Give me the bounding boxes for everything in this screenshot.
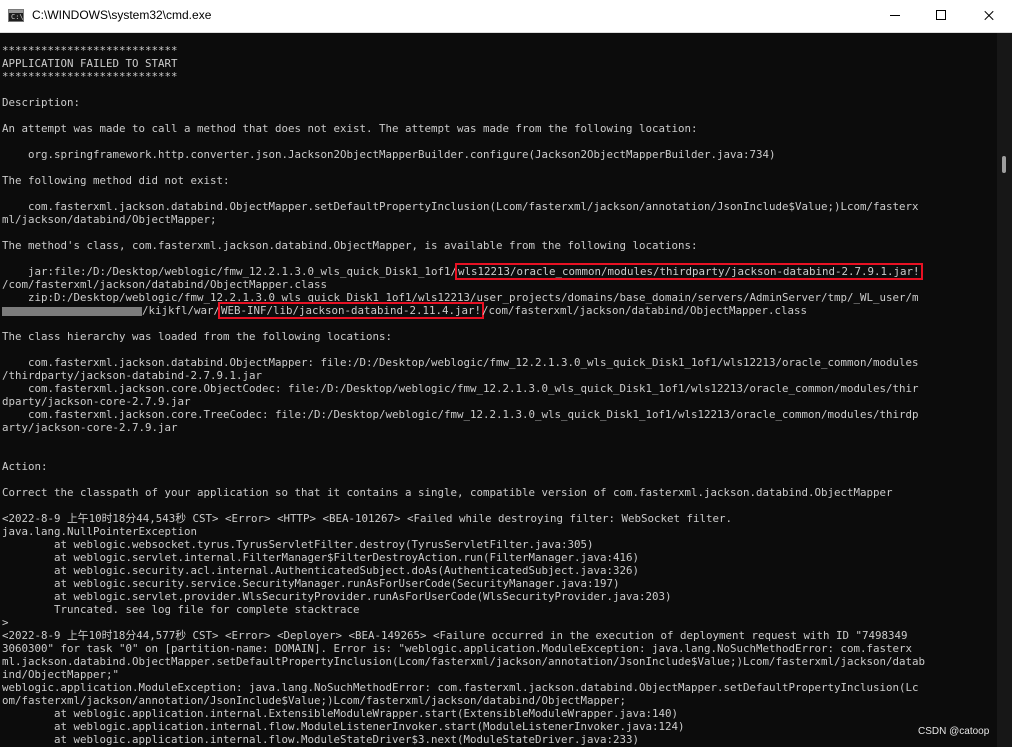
console-line: The method's class, com.fasterxml.jackso… (2, 239, 698, 252)
console-output[interactable]: *************************** APPLICATION … (0, 33, 996, 747)
console-line: ml/jackson/databind/ObjectMapper; (2, 213, 217, 226)
console-line: com.fasterxml.jackson.databind.ObjectMap… (2, 200, 919, 213)
console-line: ml.jackson.databind.ObjectMapper.setDefa… (2, 655, 926, 668)
cmd-icon: C:\ (8, 9, 24, 22)
console-line: arty/jackson-core-2.7.9.jar (2, 421, 178, 434)
console-line: 3060300" for task "0" on [partition-name… (2, 642, 913, 655)
console-line: at weblogic.servlet.internal.FilterManag… (2, 551, 640, 564)
console-line: at weblogic.security.service.SecurityMan… (2, 577, 620, 590)
close-icon[interactable] (966, 0, 1012, 32)
jar-prefix: jar:file:/D:/Desktop/weblogic/fmw_12.2.1… (2, 265, 458, 278)
console-line: > (2, 616, 9, 629)
console-line: com.fasterxml.jackson.core.ObjectCodec: … (2, 382, 919, 395)
war-location-line: /kijkfl/war/WEB-INF/lib/jackson-databind… (2, 302, 808, 319)
console-line: at weblogic.application.internal.flow.Mo… (2, 720, 685, 733)
console-line: at weblogic.security.acl.internal.Authen… (2, 564, 640, 577)
console-line: Action: (2, 460, 48, 473)
console-line: at weblogic.websocket.tyrus.TyrusServlet… (2, 538, 594, 551)
console-line: java.lang.NullPointerException (2, 525, 198, 538)
minimize-icon[interactable] (872, 0, 918, 32)
console-line: <2022-8-9 上午10时18分44,577秒 CST> <Error> <… (2, 629, 908, 642)
console-line: The class hierarchy was loaded from the … (2, 330, 393, 343)
window-title: C:\WINDOWS\system32\cmd.exe (32, 8, 212, 22)
scrollbar-thumb[interactable] (1002, 156, 1006, 173)
console-line: Description: (2, 96, 81, 109)
console-line: ind/ObjectMapper;" (2, 668, 120, 681)
console-line: APPLICATION FAILED TO START (2, 57, 178, 70)
highlighted-jar-2-7-9-1: wls12213/oracle_common/modules/thirdpart… (455, 263, 923, 280)
console-line: /com/fasterxml/jackson/databind/ObjectMa… (2, 278, 328, 291)
console-line: Truncated. see log file for complete sta… (2, 603, 360, 616)
console-line: com.fasterxml.jackson.core.TreeCodec: fi… (2, 408, 919, 421)
war-suffix: /com/fasterxml/jackson/databind/ObjectMa… (482, 304, 808, 317)
console-line: com.fasterxml.jackson.databind.ObjectMap… (2, 356, 919, 369)
console-line: at weblogic.application.internal.flow.Mo… (2, 733, 640, 746)
console-line: An attempt was made to call a method tha… (2, 122, 698, 135)
console-line: <2022-8-9 上午10时18分44,543秒 CST> <Error> <… (2, 512, 733, 525)
console-line: *************************** (2, 44, 178, 57)
console-line: Correct the classpath of your applicatio… (2, 486, 893, 499)
title-bar[interactable]: C:\ C:\WINDOWS\system32\cmd.exe (0, 0, 1012, 33)
console-line: dparty/jackson-core-2.7.9.jar (2, 395, 191, 408)
console-line: weblogic.application.ModuleException: ja… (2, 681, 919, 694)
console-line: at weblogic.servlet.provider.WlsSecurity… (2, 590, 672, 603)
console-line: *************************** (2, 70, 178, 83)
vertical-scrollbar[interactable] (997, 33, 1012, 747)
maximize-icon[interactable] (918, 0, 964, 32)
console-line: om/fasterxml/jackson/annotation/JsonIncl… (2, 694, 627, 707)
console-line: org.springframework.http.converter.json.… (2, 148, 776, 161)
console-line: /thirdparty/jackson-databind-2.7.9.1.jar (2, 369, 263, 382)
console-line: at weblogic.application.internal.Extensi… (2, 707, 679, 720)
redacted-path (2, 306, 142, 316)
jar-location-line: jar:file:/D:/Desktop/weblogic/fmw_12.2.1… (2, 263, 923, 280)
highlighted-jar-2-11-4: WEB-INF/lib/jackson-databind-2.11.4.jar! (218, 302, 485, 319)
war-prefix: /kijkfl/war/ (142, 304, 221, 317)
watermark: CSDN @catoop (918, 726, 990, 737)
console-line: The following method did not exist: (2, 174, 230, 187)
